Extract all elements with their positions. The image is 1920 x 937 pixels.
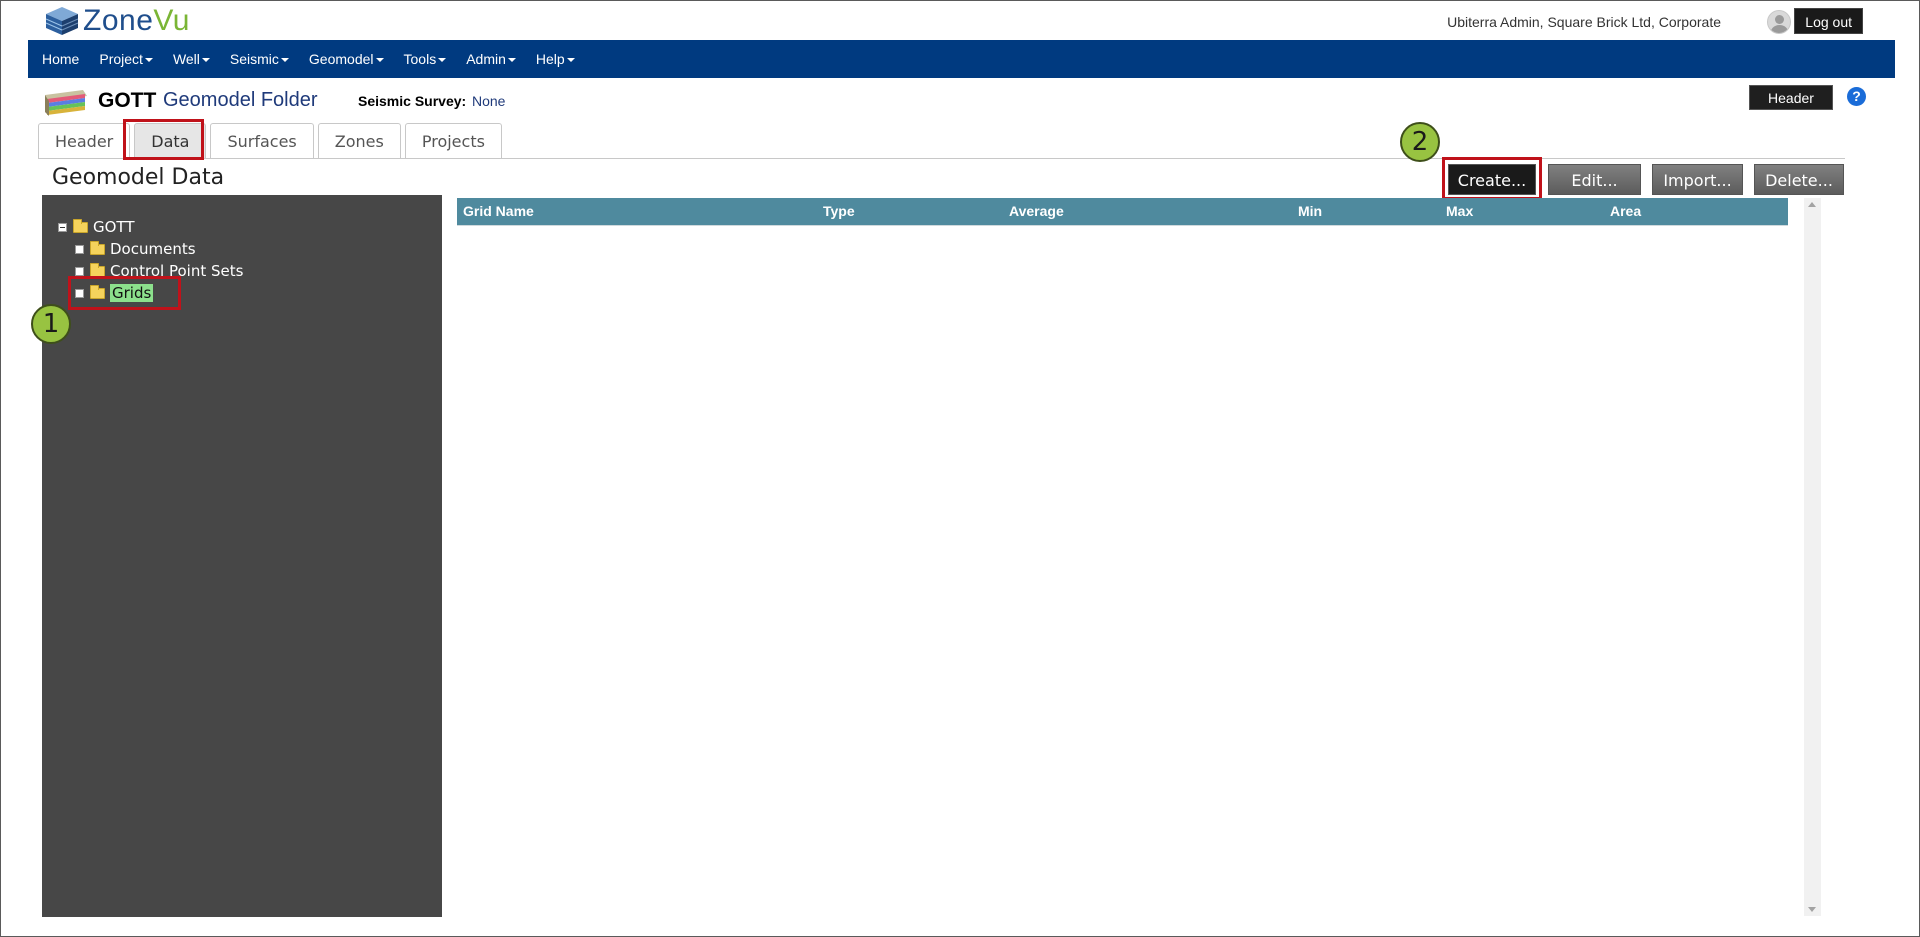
nav-item-label: Project [99, 51, 143, 67]
section-title: Geomodel Data [52, 165, 225, 190]
nav-item-label: Geomodel [308, 51, 374, 67]
nav-item-seismic[interactable]: Seismic [230, 51, 289, 67]
tree-item-documents[interactable]: Documents [75, 239, 196, 259]
annotation-marker-2: 2 [1400, 122, 1440, 162]
main-nav: Home Project Well Seismic Geomodel Tools Admin… [28, 40, 1895, 78]
chevron-down-icon [566, 58, 575, 62]
nav-item-home[interactable]: Home [42, 51, 79, 67]
nav-item-label: Seismic [229, 51, 279, 67]
page-title-name: GOTT [98, 89, 157, 112]
tab-bar: Header Data Surfaces Zones Projects [38, 123, 506, 158]
grid-header-divider [457, 225, 1788, 226]
tab-surfaces[interactable]: Surfaces [210, 123, 314, 158]
tab-projects[interactable]: Projects [404, 123, 502, 158]
collapse-icon[interactable] [58, 222, 67, 232]
chevron-down-icon [144, 58, 153, 62]
highlight-data-tab [123, 119, 204, 160]
seismic-survey-label: Seismic Survey: [358, 93, 467, 109]
column-header-average[interactable]: Average [1009, 203, 1064, 219]
folder-open-icon [73, 218, 88, 233]
folder-icon [90, 240, 105, 255]
chevron-down-icon [201, 58, 210, 62]
tree-item-root[interactable]: GOTT [58, 217, 135, 237]
highlight-create-button [1442, 157, 1542, 200]
nav-item-admin[interactable]: Admin [466, 51, 516, 67]
column-header-area[interactable]: Area [1610, 203, 1641, 219]
scroll-up-arrow-icon[interactable] [1808, 202, 1816, 207]
nav-item-project[interactable]: Project [99, 51, 153, 67]
cube-logo-icon [45, 7, 79, 35]
import-button[interactable]: Import... [1652, 164, 1743, 195]
zonevu-logo[interactable]: ZoneVu [44, 4, 190, 38]
help-icon[interactable]: ? [1847, 87, 1866, 106]
nav-item-geomodel[interactable]: Geomodel [309, 51, 384, 67]
nav-item-label: Home [42, 51, 80, 67]
grid-table-header: Grid Name Type Average Min Max Area [457, 198, 1788, 225]
column-header-max[interactable]: Max [1446, 203, 1473, 219]
expand-icon[interactable] [75, 266, 84, 276]
column-header-min[interactable]: Min [1298, 203, 1322, 219]
scroll-down-arrow-icon[interactable] [1808, 907, 1816, 912]
user-avatar-icon[interactable] [1767, 10, 1791, 34]
user-info: Ubiterra Admin, Square Brick Ltd, Corpor… [1447, 14, 1721, 30]
tabs-divider [38, 158, 1845, 159]
chevron-down-icon [280, 58, 289, 62]
edit-button[interactable]: Edit... [1548, 164, 1641, 195]
nav-item-well[interactable]: Well [173, 51, 210, 67]
tab-header[interactable]: Header [38, 123, 131, 158]
logo-text: ZoneVu [83, 4, 190, 37]
chevron-down-icon [507, 58, 516, 62]
geomodel-folder-icon [45, 90, 87, 116]
delete-button[interactable]: Delete... [1754, 164, 1844, 195]
logout-button[interactable]: Log out [1794, 8, 1863, 34]
tree-item-label: Documents [110, 240, 196, 258]
annotation-marker-1: 1 [31, 304, 71, 344]
chevron-down-icon [375, 58, 384, 62]
tab-zones[interactable]: Zones [317, 123, 401, 158]
chevron-down-icon [438, 58, 447, 62]
seismic-survey-value[interactable]: None [472, 93, 505, 109]
nav-item-tools[interactable]: Tools [404, 51, 447, 67]
nav-item-label: Admin [466, 51, 506, 67]
column-header-grid-name[interactable]: Grid Name [463, 203, 534, 219]
tree-item-label: GOTT [93, 218, 135, 236]
grid-scrollbar[interactable] [1804, 198, 1821, 916]
folder-icon [90, 262, 105, 277]
expand-icon[interactable] [75, 244, 84, 254]
column-header-type[interactable]: Type [823, 203, 855, 219]
header-button[interactable]: Header [1749, 85, 1833, 110]
highlight-grids-item [68, 276, 181, 310]
nav-item-label: Tools [403, 51, 437, 67]
nav-item-help[interactable]: Help [536, 51, 575, 67]
page-title-type: Geomodel Folder [163, 89, 318, 111]
nav-item-label: Help [535, 51, 565, 67]
nav-item-label: Well [172, 51, 200, 67]
